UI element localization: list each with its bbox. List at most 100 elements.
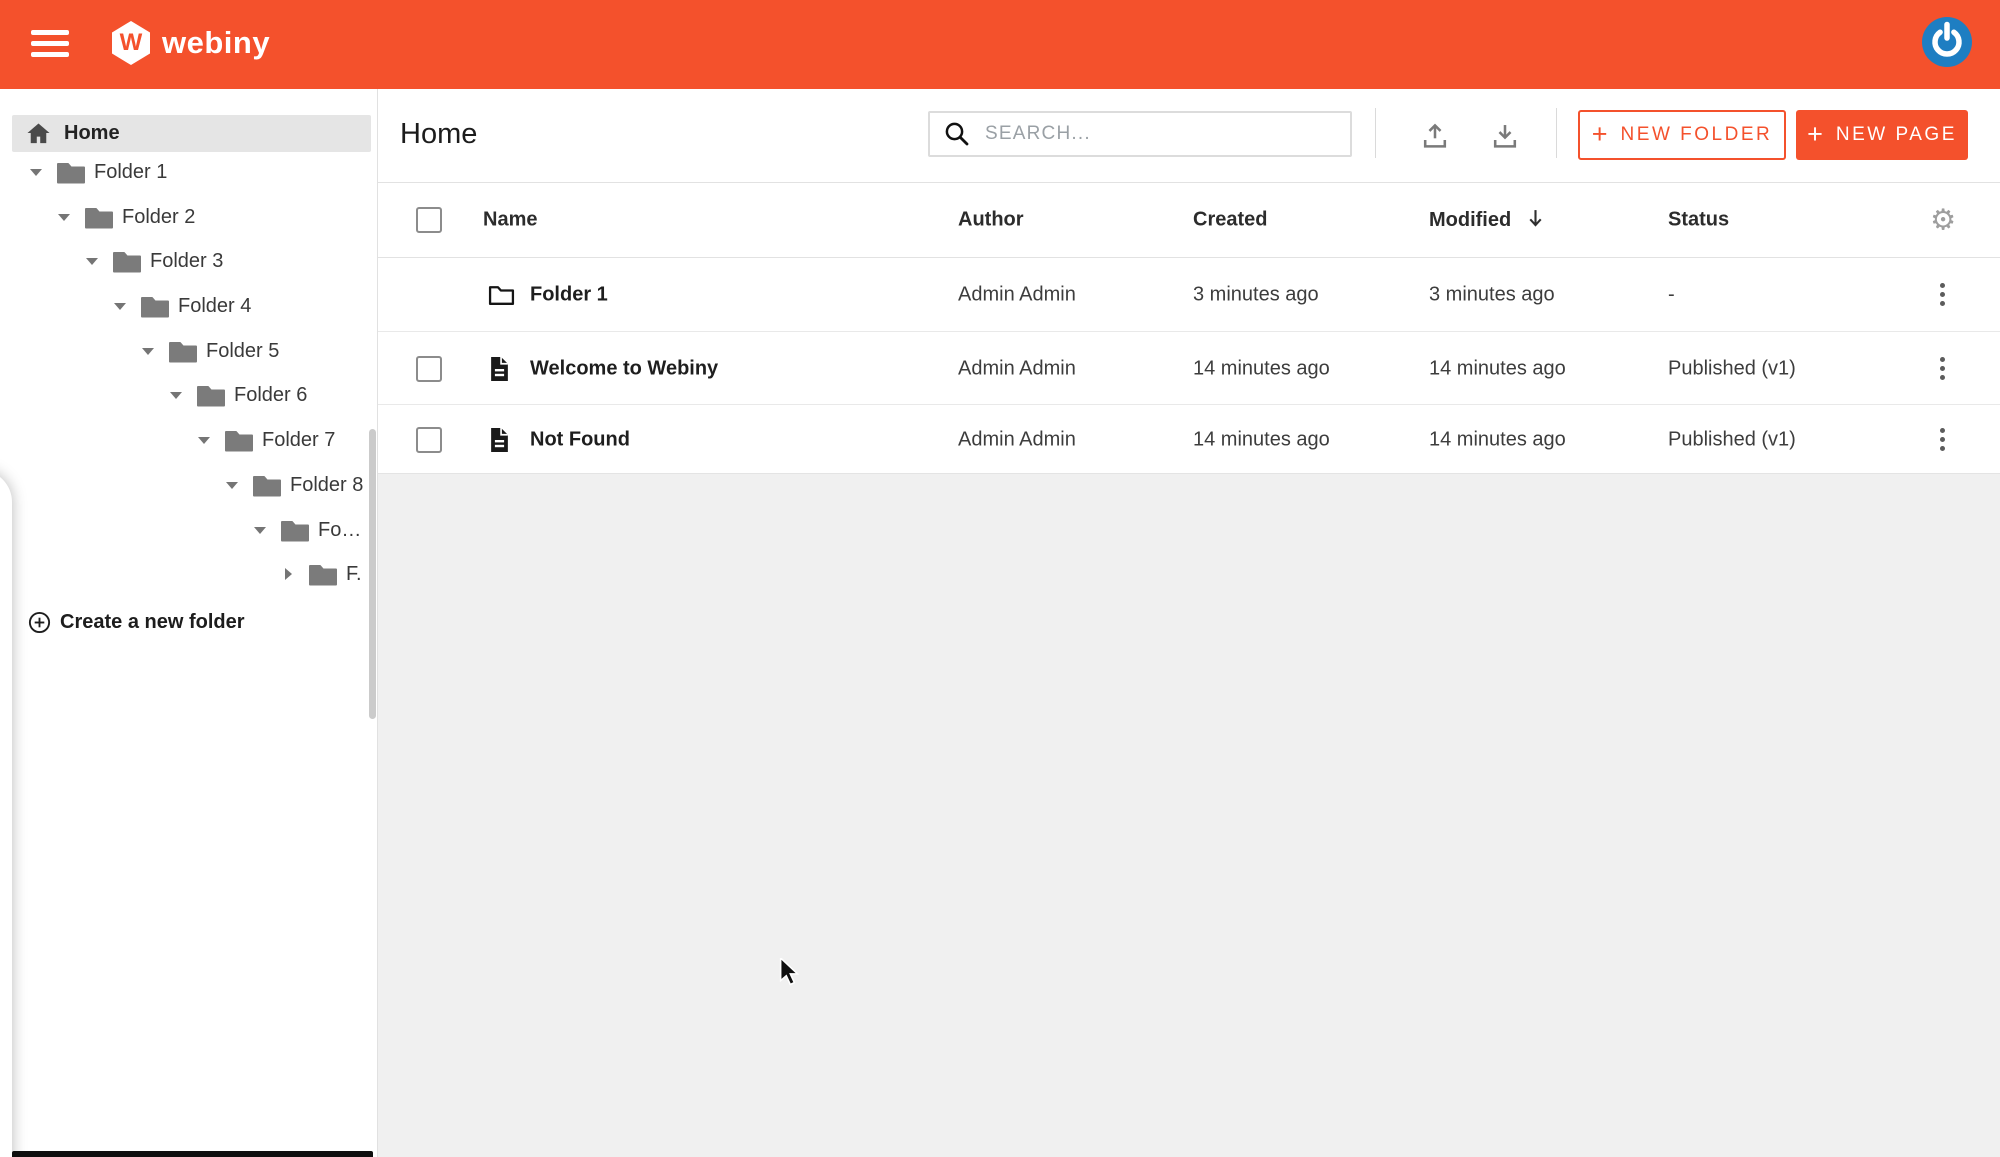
sidebar-scrollbar[interactable]	[369, 429, 376, 719]
folder-icon	[252, 473, 282, 498]
tree-item-folder-3[interactable]: Folder 3	[86, 243, 223, 279]
chevron-down-icon[interactable]	[86, 258, 98, 265]
webiny-hexagon-icon: W	[112, 21, 150, 65]
row-name[interactable]: Not Found	[530, 428, 630, 451]
row-checkbox[interactable]	[416, 356, 442, 382]
create-new-folder-button[interactable]: Create a new folder	[28, 604, 245, 640]
table-settings-gear-icon[interactable]: ⚙	[1930, 206, 1956, 235]
gravatar-power-icon	[1922, 17, 1972, 67]
new-page-button[interactable]: + NEW PAGE	[1796, 110, 1968, 160]
chevron-down-icon[interactable]	[142, 348, 154, 355]
row-created: 14 minutes ago	[1193, 357, 1330, 380]
row-author: Admin Admin	[958, 428, 1076, 451]
column-header-modified[interactable]: Modified	[1429, 208, 1544, 232]
tree-item-folder-4[interactable]: Folder 4	[114, 288, 251, 324]
row-actions-kebab-icon[interactable]	[1931, 282, 1953, 308]
folder-icon	[140, 294, 170, 319]
upload-icon	[1420, 121, 1450, 151]
chevron-down-icon[interactable]	[226, 482, 238, 489]
tree-item-folder-2[interactable]: Folder 2	[58, 199, 195, 235]
column-header-created[interactable]: Created	[1193, 209, 1267, 232]
select-all-checkbox[interactable]	[416, 207, 442, 233]
table-bottom-border	[378, 473, 2000, 474]
folder-icon	[56, 160, 86, 185]
hamburger-menu-icon[interactable]	[31, 30, 69, 58]
toolbar-divider	[1375, 108, 1376, 158]
row-status: -	[1668, 283, 1675, 306]
row-created: 14 minutes ago	[1193, 428, 1330, 451]
tree-item-label: Folder 1	[94, 161, 167, 184]
table-row-not-found[interactable]: Not Found Admin Admin 14 minutes ago 14 …	[378, 404, 2000, 474]
modified-header-label: Modified	[1429, 209, 1511, 231]
circle-plus-icon	[28, 611, 51, 634]
chevron-right-icon[interactable]	[282, 568, 294, 580]
page-document-icon	[488, 355, 511, 383]
row-name[interactable]: Welcome to Webiny	[530, 357, 718, 380]
tree-item-folder-7[interactable]: Folder 7	[198, 422, 335, 458]
column-header-author[interactable]: Author	[958, 209, 1024, 232]
row-actions-kebab-icon[interactable]	[1931, 427, 1953, 453]
row-name[interactable]: Folder 1	[530, 283, 608, 306]
home-icon	[26, 122, 51, 145]
tree-item-folder-8[interactable]: Folder 8	[226, 467, 363, 503]
row-modified: 14 minutes ago	[1429, 357, 1566, 380]
tree-item-label: Folder 3	[150, 250, 223, 273]
top-bar: W webiny	[0, 0, 2000, 89]
chevron-down-icon[interactable]	[170, 392, 182, 399]
tree-item-label: Folder 6	[234, 384, 307, 407]
logo-wordmark: webiny	[162, 25, 270, 61]
tree-item-folder-1[interactable]: Folder 1	[30, 154, 167, 190]
chevron-down-icon[interactable]	[58, 214, 70, 221]
toolbar-divider	[1556, 108, 1557, 158]
folder-icon	[224, 428, 254, 453]
logo-initial: W	[120, 29, 143, 57]
row-created: 3 minutes ago	[1193, 283, 1319, 306]
search-input[interactable]	[983, 122, 1350, 146]
chevron-down-icon[interactable]	[114, 303, 126, 310]
plus-icon: +	[1592, 119, 1608, 150]
row-author: Admin Admin	[958, 357, 1076, 380]
row-modified: 14 minutes ago	[1429, 428, 1566, 451]
new-folder-button-label: NEW FOLDER	[1621, 124, 1773, 146]
sort-desc-arrow-icon	[1527, 208, 1544, 229]
tree-item-folder-9[interactable]: Fo…	[254, 512, 361, 548]
create-folder-label: Create a new folder	[60, 611, 245, 634]
sidebar-bottom-strip	[12, 1151, 373, 1157]
content-background	[378, 473, 2000, 1157]
download-icon	[1490, 121, 1520, 151]
row-actions-kebab-icon[interactable]	[1931, 356, 1953, 382]
new-page-button-label: NEW PAGE	[1836, 124, 1957, 146]
new-folder-button[interactable]: + NEW FOLDER	[1578, 110, 1786, 160]
tree-item-label: Fo…	[318, 519, 361, 542]
tree-item-folder-5[interactable]: Folder 5	[142, 333, 279, 369]
user-avatar[interactable]	[1922, 17, 1972, 67]
webiny-app: W webiny Home Folder 1	[0, 0, 2000, 1157]
row-author: Admin Admin	[958, 283, 1076, 306]
table-row-welcome-to-webiny[interactable]: Welcome to Webiny Admin Admin 14 minutes…	[378, 331, 2000, 405]
row-checkbox[interactable]	[416, 427, 442, 453]
column-header-status[interactable]: Status	[1668, 209, 1729, 232]
folder-icon	[280, 518, 310, 543]
row-modified: 3 minutes ago	[1429, 283, 1555, 306]
folder-tree-sidebar: Home Folder 1 Folder 2 Folder 3 Folder 4…	[0, 89, 378, 1157]
sidebar-item-home[interactable]: Home	[12, 115, 371, 152]
tree-item-label: F.	[346, 563, 362, 586]
webiny-logo[interactable]: W webiny	[112, 21, 270, 65]
row-status: Published (v1)	[1668, 428, 1796, 451]
table-row-folder-1[interactable]: Folder 1 Admin Admin 3 minutes ago 3 min…	[378, 258, 2000, 331]
search-icon	[943, 120, 971, 148]
folder-icon	[84, 205, 114, 230]
tree-item-label: Folder 4	[178, 295, 251, 318]
page-document-icon	[488, 426, 511, 454]
tree-item-label: Folder 2	[122, 206, 195, 229]
tree-item-folder-10[interactable]: F.	[282, 556, 362, 592]
import-button[interactable]	[1420, 121, 1450, 151]
chevron-down-icon[interactable]	[254, 527, 266, 534]
chevron-down-icon[interactable]	[198, 437, 210, 444]
export-button[interactable]	[1490, 121, 1520, 151]
chevron-down-icon[interactable]	[30, 169, 42, 176]
column-header-name[interactable]: Name	[483, 209, 537, 232]
tree-item-folder-6[interactable]: Folder 6	[170, 377, 307, 413]
folder-icon	[168, 339, 198, 364]
plus-icon: +	[1807, 119, 1823, 150]
